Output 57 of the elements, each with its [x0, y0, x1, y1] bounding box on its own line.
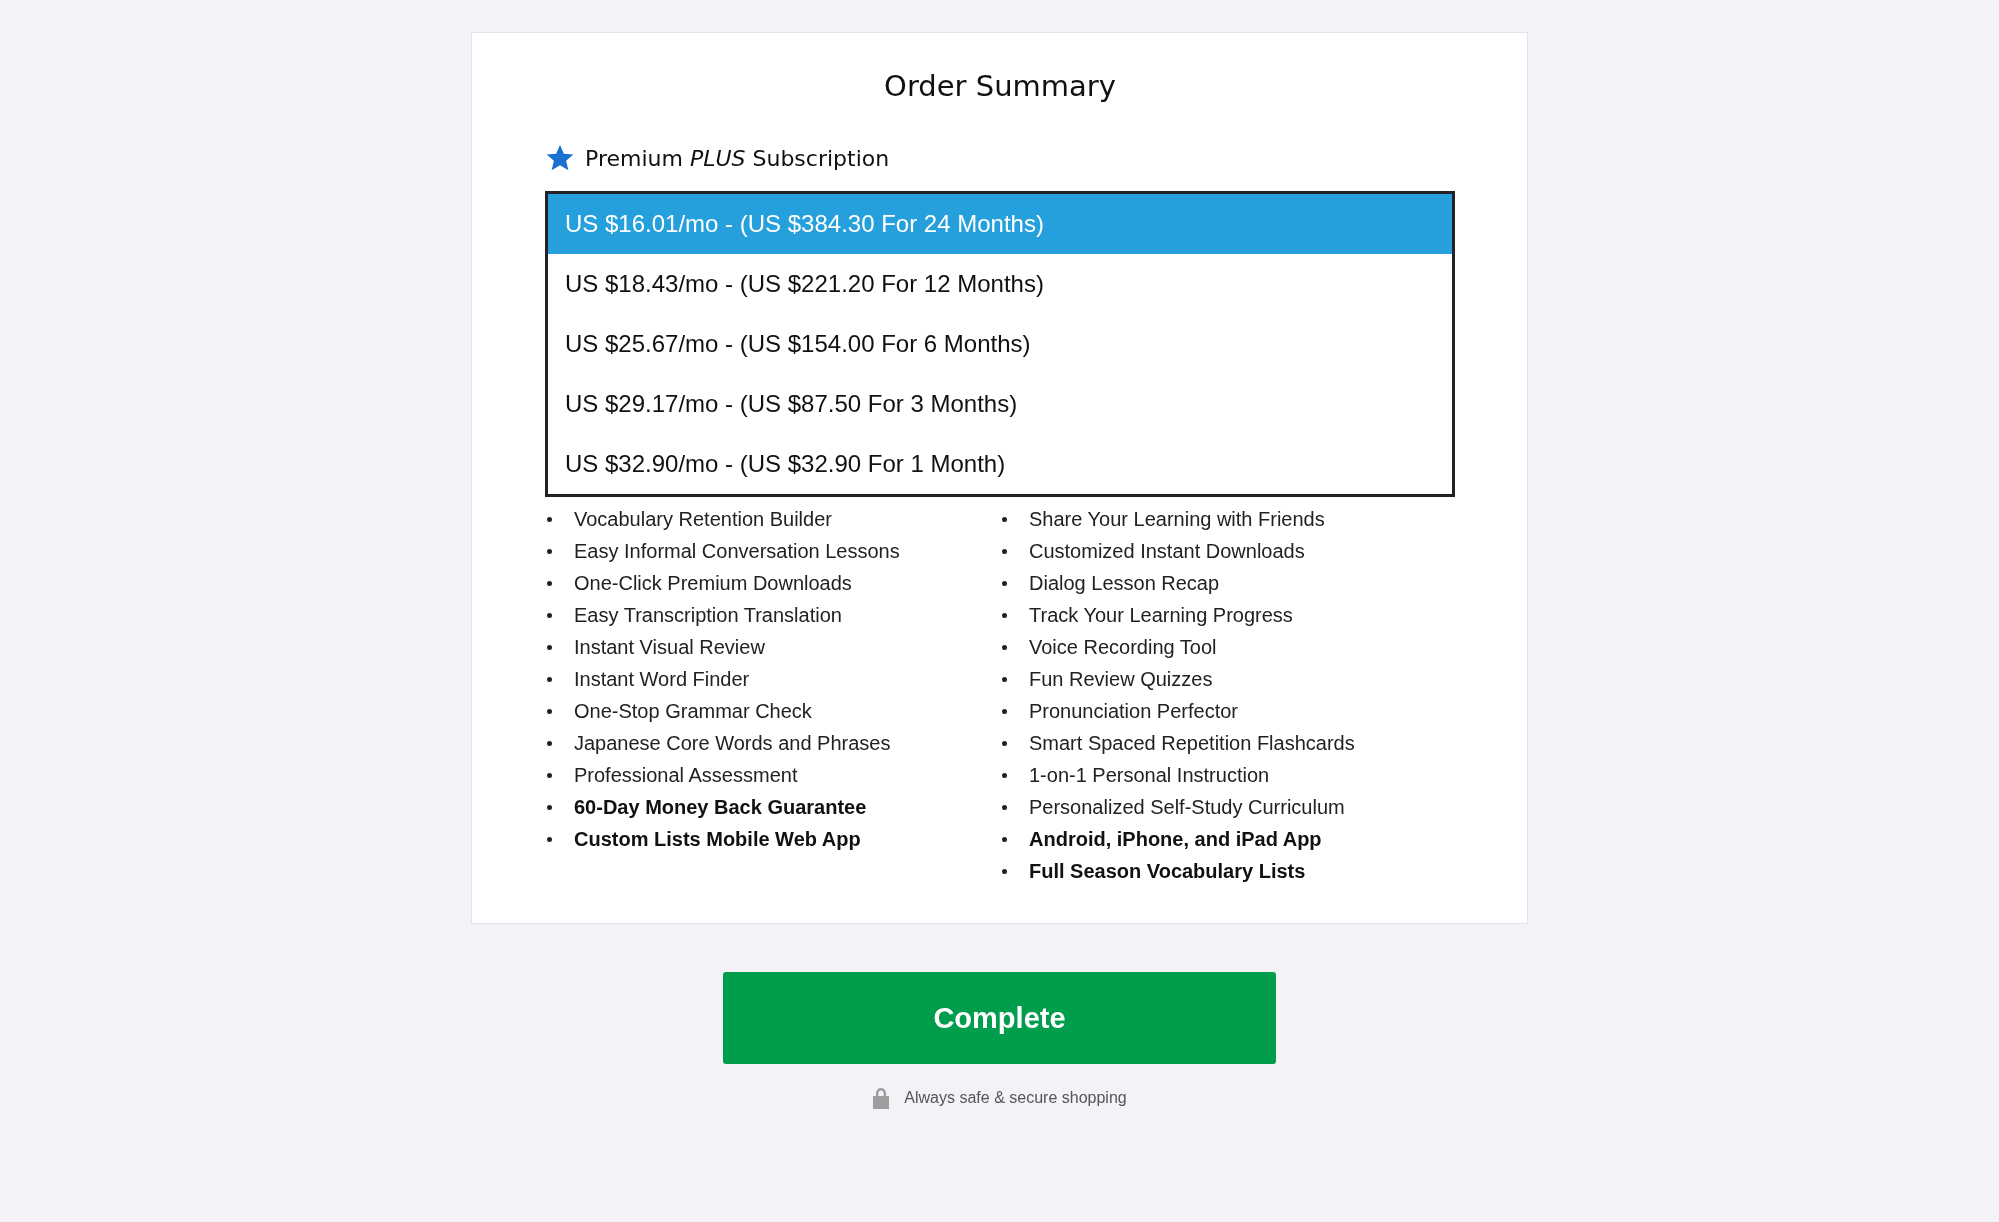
bullet-icon — [1002, 868, 1007, 874]
feature-item: Instant Word Finder — [574, 667, 750, 691]
feature-item: Easy Transcription Translation — [574, 603, 842, 627]
bullet-icon — [547, 612, 552, 618]
lock-icon — [872, 1086, 891, 1110]
feature-item: Fun Review Quizzes — [1029, 667, 1213, 691]
bullet-icon — [1002, 740, 1007, 746]
feature-item: One-Click Premium Downloads — [574, 571, 852, 595]
feature-item: Pronunciation Perfector — [1029, 699, 1238, 723]
feature-item: Android, iPhone, and iPad App — [1029, 827, 1322, 851]
feature-item: Personalized Self-Study Curriculum — [1029, 795, 1345, 819]
feature-item: Professional Assessment — [574, 763, 798, 787]
feature-item: Full Season Vocabulary Lists — [1029, 859, 1306, 883]
bullet-icon — [547, 548, 552, 554]
feature-item: Vocabulary Retention Builder — [574, 507, 832, 531]
bullet-icon — [1002, 772, 1007, 778]
secure-shopping-note: Always safe & secure shopping — [904, 1089, 1127, 1107]
feature-item: Voice Recording Tool — [1029, 635, 1217, 659]
bullet-icon — [1002, 516, 1007, 522]
feature-item: Smart Spaced Repetition Flashcards — [1029, 731, 1355, 755]
price-option[interactable]: US $32.90/mo - (US $32.90 For 1 Month) — [548, 434, 1452, 494]
feature-item: Easy Informal Conversation Lessons — [574, 539, 900, 563]
feature-item: Track Your Learning Progress — [1029, 603, 1293, 627]
bullet-icon — [1002, 580, 1007, 586]
bullet-icon — [547, 676, 552, 682]
price-option[interactable]: US $18.43/mo - (US $221.20 For 12 Months) — [548, 254, 1452, 314]
bullet-icon — [547, 708, 552, 714]
feature-item: Custom Lists Mobile Web App — [574, 827, 861, 851]
feature-item: 1-on-1 Personal Instruction — [1029, 763, 1270, 787]
bullet-icon — [1002, 612, 1007, 618]
star-icon — [545, 143, 575, 173]
feature-item: Share Your Learning with Friends — [1029, 507, 1325, 531]
bullet-icon — [1002, 644, 1007, 650]
price-listbox[interactable] — [545, 191, 1455, 497]
bullet-icon — [1002, 804, 1007, 810]
feature-item: Dialog Lesson Recap — [1029, 571, 1220, 595]
feature-item: Japanese Core Words and Phrases — [574, 731, 891, 755]
feature-item: 60-Day Money Back Guarantee — [574, 795, 867, 819]
price-option[interactable]: US $25.67/mo - (US $154.00 For 6 Months) — [548, 314, 1452, 374]
bullet-icon — [1002, 836, 1007, 842]
plan-name: Premium PLUS Subscription — [585, 145, 890, 171]
bullet-icon — [547, 516, 552, 522]
price-option[interactable]: US $29.17/mo - (US $87.50 For 3 Months) — [548, 374, 1452, 434]
feature-item: Instant Visual Review — [574, 635, 765, 659]
bullet-icon — [547, 740, 552, 746]
bullet-icon — [547, 580, 552, 586]
bullet-icon — [1002, 708, 1007, 714]
bullet-icon — [1002, 548, 1007, 554]
bullet-icon — [547, 804, 552, 810]
feature-item: Customized Instant Downloads — [1029, 539, 1305, 563]
complete-button[interactable]: Complete — [723, 972, 1276, 1064]
bullet-icon — [547, 836, 552, 842]
bullet-icon — [547, 772, 552, 778]
bullet-icon — [547, 644, 552, 650]
bullet-icon — [1002, 676, 1007, 682]
order-summary-title: Order Summary — [883, 69, 1117, 103]
feature-item: One-Stop Grammar Check — [574, 699, 812, 723]
